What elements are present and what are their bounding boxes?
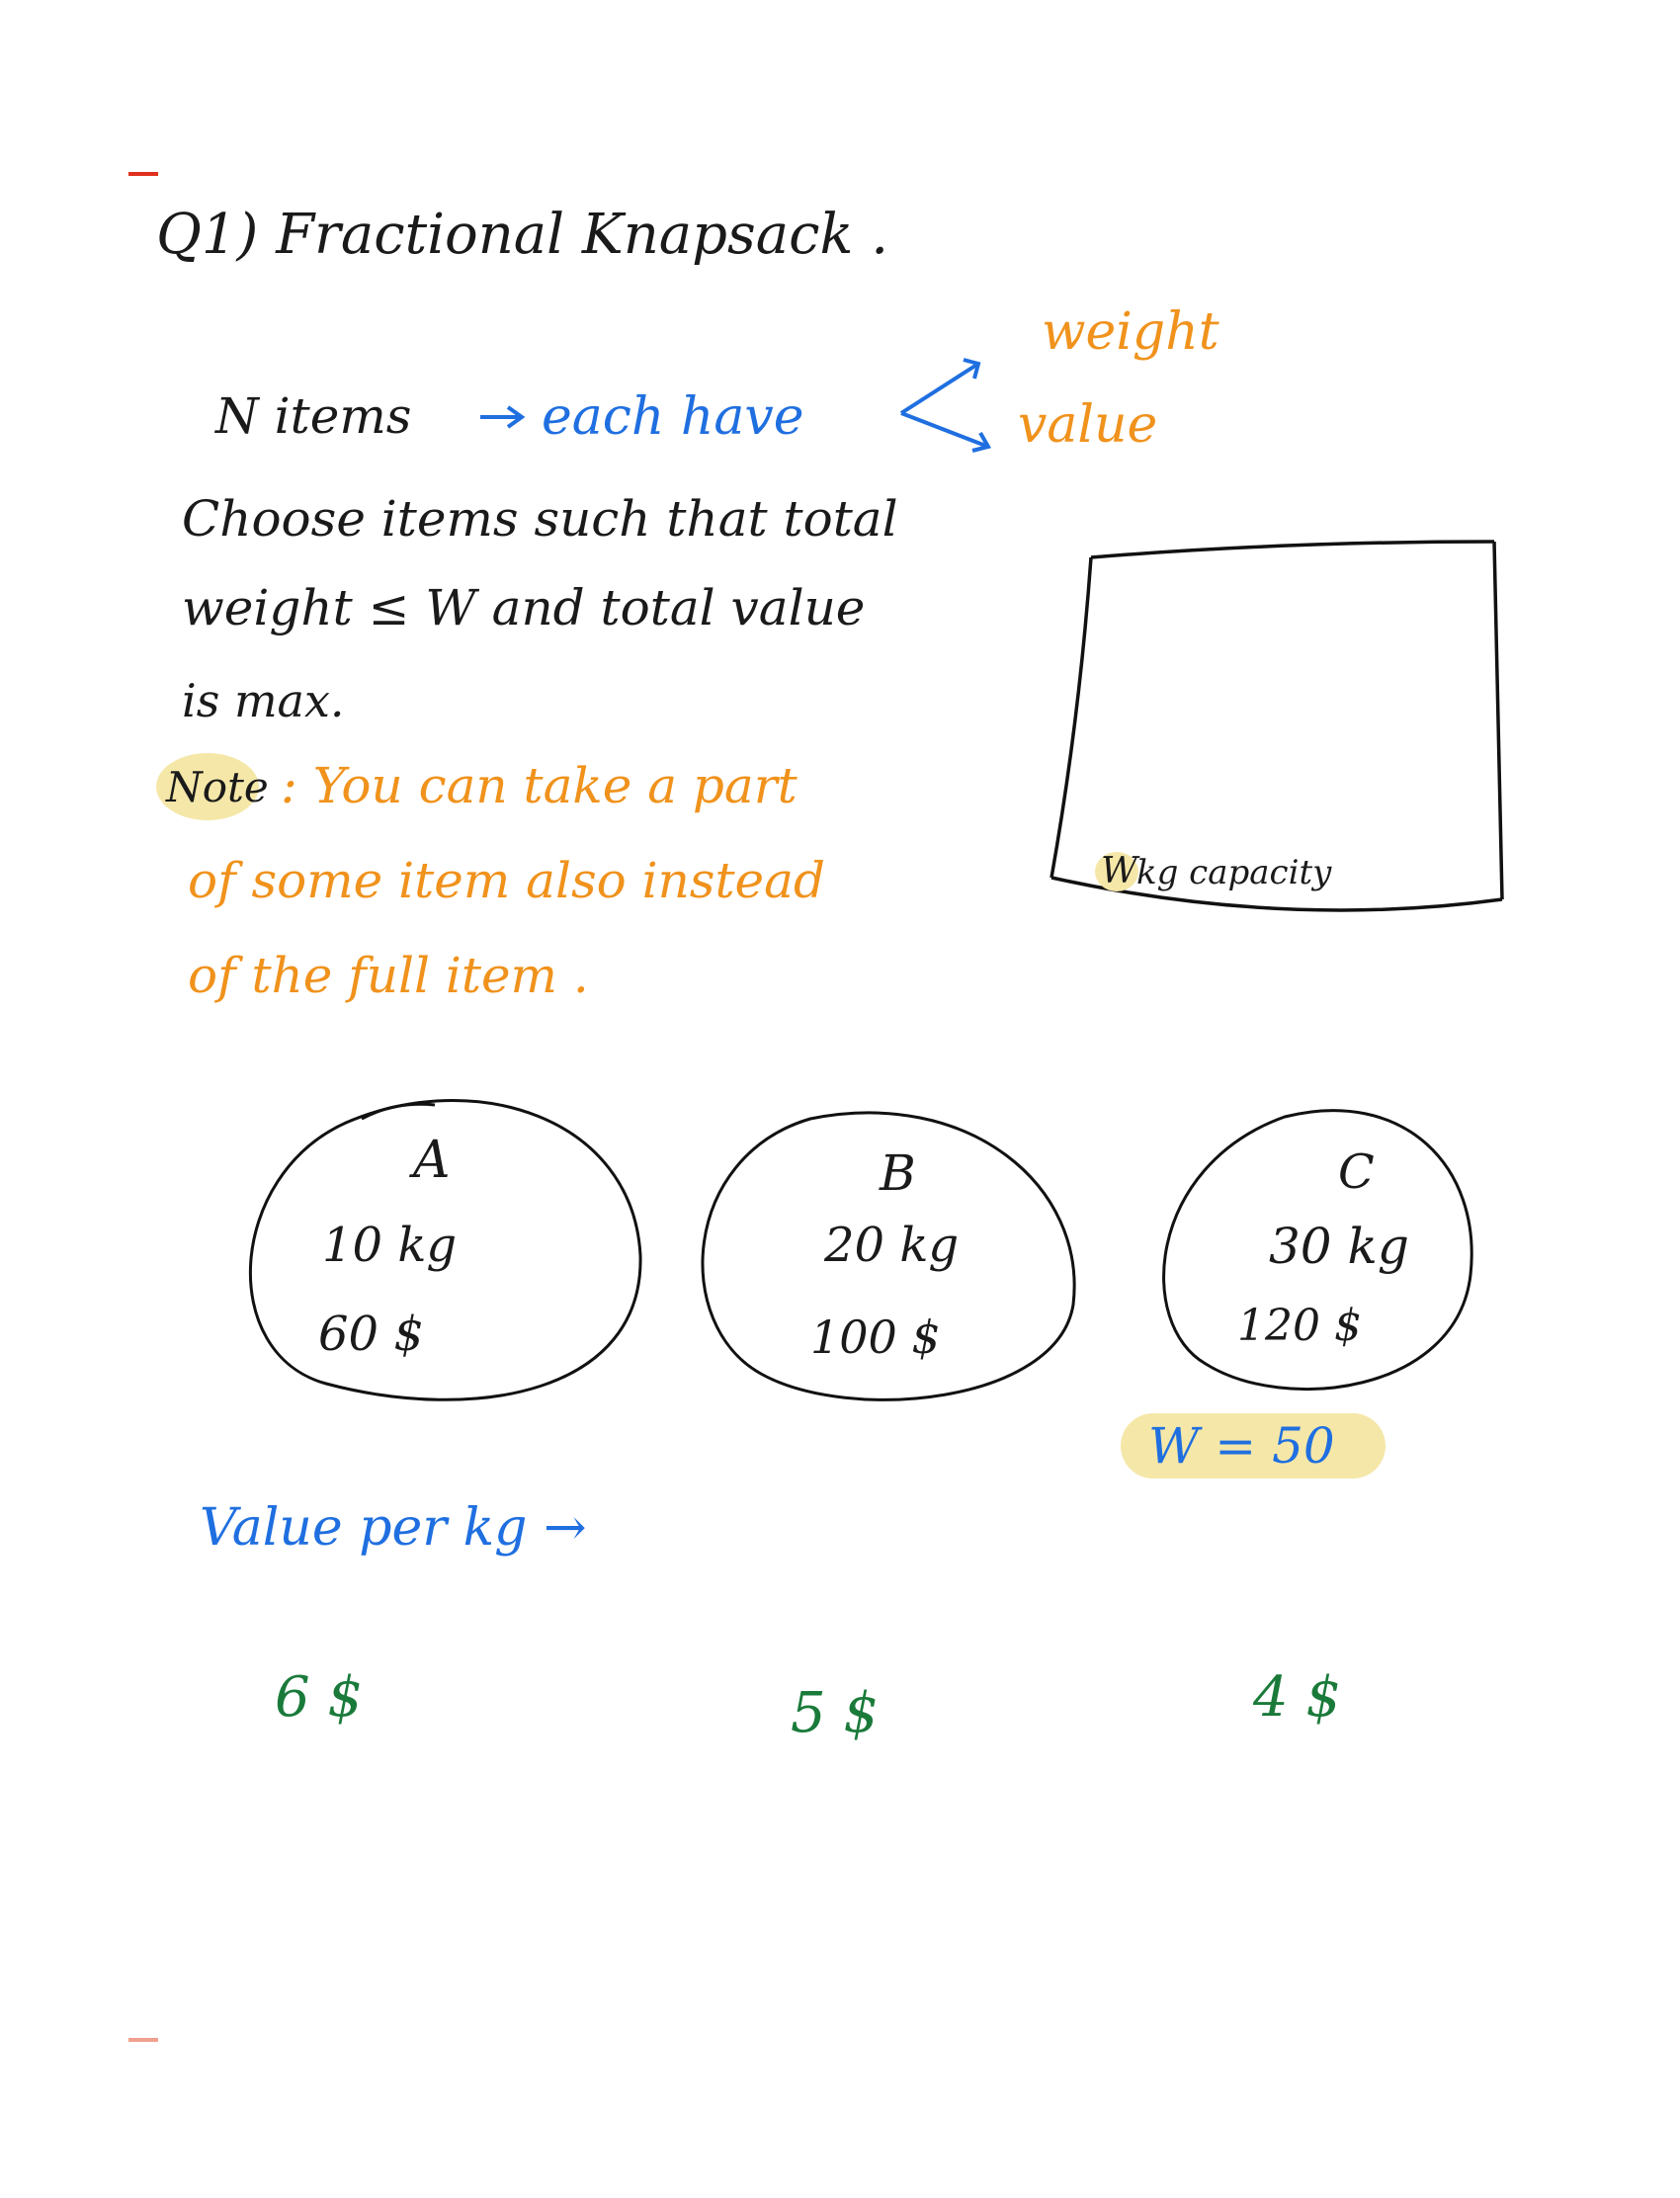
- note-line-2: of some item also instead: [188, 852, 825, 909]
- page-title: Q1) Fractional Knapsack .: [156, 203, 889, 267]
- item-b-value: 100 $: [810, 1310, 941, 1364]
- item-b-name: B: [880, 1144, 916, 1202]
- value-per-kg-b: 5 $: [791, 1681, 880, 1745]
- knapsack-w-label: W: [1101, 851, 1138, 891]
- branch-arrows-icon: [899, 358, 992, 453]
- item-c-value: 120 $: [1237, 1301, 1362, 1351]
- each-have-text: each have: [542, 387, 804, 447]
- problem-line-1: Choose items such that total: [182, 490, 898, 548]
- knapsack-capacity-label: kg capacity: [1136, 853, 1332, 892]
- arrow-icon: [480, 405, 526, 429]
- item-a-weight: 10 kg: [322, 1218, 458, 1273]
- problem-line-2: weight ≤ W and total value: [182, 579, 866, 636]
- value-per-kg-a: 6 $: [275, 1665, 364, 1730]
- capacity-label: W = 50: [1148, 1417, 1335, 1475]
- value-per-kg-label: Value per kg →: [200, 1498, 587, 1558]
- value-per-kg-c: 4 $: [1253, 1665, 1342, 1730]
- n-items-text: N items: [215, 387, 412, 445]
- item-a-name: A: [413, 1131, 451, 1190]
- item-a-value: 60 $: [318, 1307, 424, 1362]
- item-b-weight: 20 kg: [824, 1218, 960, 1273]
- note-line-3: of the full item .: [188, 947, 589, 1004]
- item-c-name: C: [1338, 1144, 1375, 1200]
- item-c-weight: 30 kg: [1269, 1218, 1409, 1275]
- note-label: Note: [166, 763, 269, 811]
- weight-attr: weight: [1042, 302, 1219, 362]
- value-attr: value: [1018, 395, 1158, 455]
- problem-line-3: is max.: [182, 674, 345, 727]
- note-line-1: : You can take a part: [281, 757, 798, 814]
- sketch-layer: [128, 172, 1504, 2042]
